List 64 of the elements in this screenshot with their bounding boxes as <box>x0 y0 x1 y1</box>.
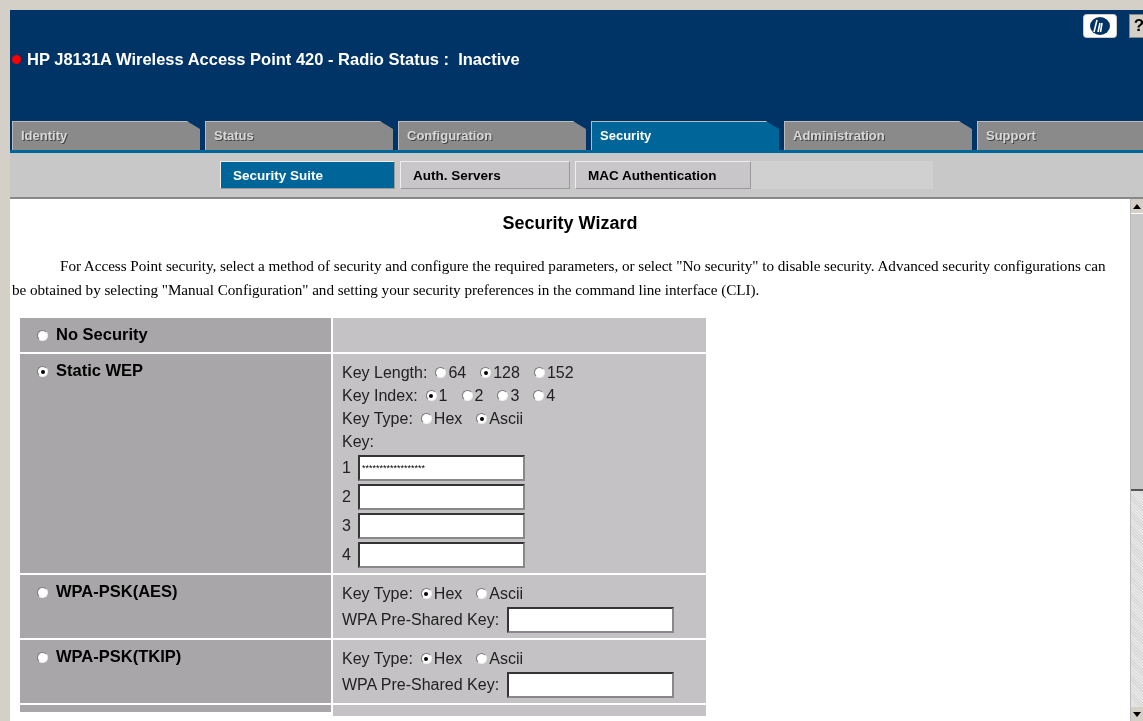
key-input[interactable] <box>358 483 525 510</box>
radio-button[interactable] <box>37 652 48 663</box>
page-title: HP J8131A Wireless Access Point 420 - Radio Status : Inactive <box>27 50 520 69</box>
field-label: WPA Pre-Shared Key: <box>342 675 500 694</box>
psk-input[interactable] <box>507 671 675 698</box>
radio-button[interactable] <box>476 588 488 599</box>
sub-tab[interactable]: Auth. Servers <box>400 161 570 189</box>
radio-button[interactable] <box>37 330 48 341</box>
radio-button[interactable] <box>37 587 48 598</box>
intro-paragraph: For Access Point security, select a method of security and configure the required parameters, or select "No security" to disable security. Advanced security configurations can be obtained by selecting "Manual Configuration" and setting your security preferences in the command line interface (CLI). <box>12 256 1107 300</box>
field-label: Key Type: <box>342 649 413 668</box>
field-label: Key Type: <box>342 409 413 428</box>
method-label: WPA-PSK(TKIP) <box>56 647 182 666</box>
field-label: Key: <box>342 432 374 451</box>
radio-button[interactable] <box>497 390 509 401</box>
key-number: 2 <box>342 487 352 506</box>
radio-label: 152 <box>546 363 574 382</box>
key-number: 3 <box>342 516 352 535</box>
radio-label: Hex <box>433 584 463 603</box>
method-label: Static WEP <box>56 361 144 380</box>
sub-tab[interactable]: MAC Authentication <box>575 161 751 189</box>
field-label: Key Type: <box>342 584 413 603</box>
radio-label: 2 <box>474 386 484 405</box>
radio-label: Ascii <box>489 409 524 428</box>
key-input[interactable] <box>358 512 525 539</box>
method-label: No Security <box>56 325 148 344</box>
nav-tab[interactable]: Security <box>591 121 779 150</box>
scroll-down-icon[interactable] <box>1133 711 1141 717</box>
radio-label: 128 <box>493 363 520 382</box>
key-number: 4 <box>342 545 352 564</box>
radio-button[interactable] <box>533 367 545 378</box>
method-label: WPA-PSK(AES) <box>56 582 178 601</box>
hp-logo-icon <box>1083 14 1117 38</box>
radio-button[interactable] <box>533 390 545 401</box>
field-label: WPA Pre-Shared Key: <box>342 610 500 629</box>
radio-button[interactable] <box>420 413 432 424</box>
radio-button[interactable] <box>420 588 432 599</box>
scroll-up-icon[interactable] <box>1133 203 1141 209</box>
radio-label: 64 <box>448 363 467 382</box>
radio-button[interactable] <box>435 367 447 378</box>
radio-label: Hex <box>433 649 463 668</box>
radio-label: 3 <box>510 386 520 405</box>
radio-label: Ascii <box>489 649 524 668</box>
radio-button[interactable] <box>425 390 437 401</box>
radio-button[interactable] <box>420 653 432 664</box>
key-input[interactable]: ****************** <box>358 454 525 481</box>
key-input[interactable] <box>358 541 525 568</box>
radio-label: 1 <box>438 386 448 405</box>
radio-button[interactable] <box>461 390 473 401</box>
psk-input[interactable] <box>507 606 675 633</box>
radio-label: 4 <box>546 386 556 405</box>
radio-label: Hex <box>433 409 463 428</box>
sub-tab[interactable]: Security Suite <box>220 161 395 189</box>
radio-button[interactable] <box>476 413 488 424</box>
page-heading: Security Wizard <box>501 213 639 234</box>
field-label: Key Length: <box>342 363 428 382</box>
field-label: Key Index: <box>342 386 418 405</box>
radio-button[interactable] <box>37 366 48 377</box>
help-button[interactable]: ? <box>1129 14 1143 38</box>
key-number: 1 <box>342 458 352 477</box>
radio-button[interactable] <box>480 367 492 378</box>
radio-button[interactable] <box>476 653 488 664</box>
scrollbar[interactable] <box>1130 199 1143 721</box>
radio-label: Ascii <box>489 584 524 603</box>
